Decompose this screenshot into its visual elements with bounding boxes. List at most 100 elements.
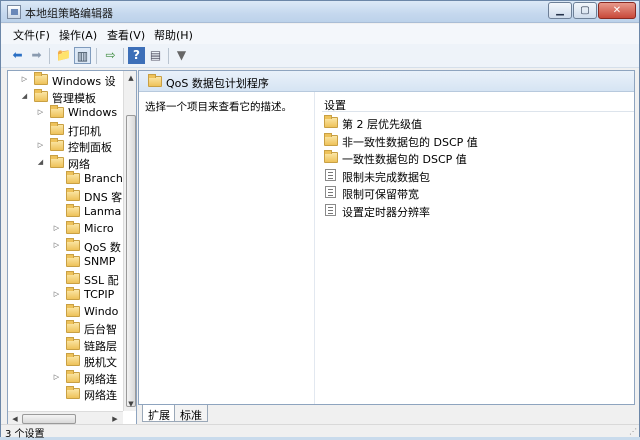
expand-arrow-icon[interactable]: ▷ [20, 75, 29, 84]
tree-pane[interactable]: ▷ Windows 设 ◢ 管理模板 ▷ Windows 打印机 ▷ 控制面板 ◢ 网络 Branch… [7, 70, 137, 425]
policy-setting-icon [325, 168, 336, 181]
folder-icon [66, 270, 80, 284]
folder-icon [66, 171, 80, 185]
help-icon[interactable]: ? [128, 47, 145, 64]
collapse-arrow-icon[interactable]: ◢ [36, 158, 45, 167]
folder-icon [66, 386, 80, 400]
tree-horizontal-scroll-thumb[interactable] [22, 414, 76, 424]
menu-action[interactable]: 操作(A) [59, 27, 97, 43]
tree-item-label: 链路层 [84, 339, 117, 353]
close-button[interactable]: ✕ [598, 2, 636, 19]
expand-arrow-icon[interactable]: ▷ [52, 241, 61, 250]
tree-item-label: Micro [84, 221, 114, 235]
folder-icon [66, 320, 80, 334]
menu-file[interactable]: 文件(F) [13, 27, 50, 43]
expand-arrow-icon[interactable]: ▷ [52, 290, 61, 299]
minimize-button[interactable]: ▁ [548, 2, 572, 19]
tree-item-label: 控制面板 [68, 141, 112, 155]
tab-extended[interactable]: 扩展 [142, 405, 176, 422]
folder-icon [50, 154, 64, 168]
toolbar-separator [123, 48, 124, 64]
export-list-icon[interactable]: ⇨ [102, 47, 119, 64]
tree-item-label: 打印机 [68, 124, 101, 138]
main-window: 本地组策略编辑器 ▁ ▢ ✕ 文件(F) 操作(A) 查看(V) 帮助(H) ⬅… [0, 0, 640, 440]
toolbar: ⬅ ➡ 📁 ▥ ⇨ ? ▤ ▼ [1, 44, 639, 68]
tree-item-label: 网络连 [84, 372, 117, 386]
tree-item-label: Windows [68, 106, 118, 120]
folder-icon [66, 336, 80, 350]
tree-item-label: 网络连 [84, 389, 117, 403]
collapse-arrow-icon[interactable]: ◢ [20, 92, 29, 101]
folder-icon [34, 72, 48, 85]
expand-arrow-icon[interactable]: ▷ [36, 141, 45, 150]
tree-item-label: Branch [84, 172, 123, 186]
tab-standard[interactable]: 标准 [174, 405, 208, 422]
gpedit-app-icon [7, 5, 21, 19]
properties-icon[interactable]: ▤ [147, 47, 164, 64]
maximize-button[interactable]: ▢ [573, 2, 597, 19]
description-text: 选择一个项目来查看它的描述。 [145, 101, 292, 113]
tree-vertical-scroll-thumb[interactable] [126, 115, 136, 407]
toolbar-separator [168, 48, 169, 64]
setting-label: 设置定时器分辨率 [342, 205, 430, 219]
tree-item-label: Windo [84, 304, 119, 318]
up-folder-icon[interactable]: 📁 [55, 47, 72, 64]
expand-arrow-icon[interactable]: ▷ [36, 108, 45, 117]
folder-icon [66, 254, 80, 268]
tree-horizontal-scrollbar[interactable]: ◀ ▶ [8, 411, 123, 424]
folder-icon [66, 220, 80, 234]
view-tabs: 扩展 标准 [138, 405, 635, 423]
expand-arrow-icon[interactable]: ▷ [52, 373, 61, 382]
tree-item-label: 后台智 [84, 323, 117, 337]
toolbar-separator [49, 48, 50, 64]
folder-icon [324, 132, 338, 146]
folder-icon [324, 115, 338, 128]
setting-label: 一致性数据包的 DSCP 值 [342, 153, 467, 166]
setting-label: 限制未完成数据包 [342, 170, 430, 184]
details-header: QoS 数据包计划程序 [139, 71, 634, 92]
menu-bar: 文件(F) 操作(A) 查看(V) 帮助(H) [1, 24, 639, 44]
tree-item-label: DNS 客 [84, 190, 123, 204]
show-hide-tree-icon[interactable]: ▥ [74, 47, 91, 64]
menu-help[interactable]: 帮助(H) [154, 27, 193, 43]
folder-icon [34, 88, 48, 102]
expand-arrow-icon[interactable]: ▷ [52, 224, 61, 233]
column-divider [314, 92, 315, 404]
folder-icon [50, 121, 64, 135]
settings-column-header[interactable]: 设置 [322, 95, 634, 112]
details-title: QoS 数据包计划程序 [166, 77, 269, 90]
status-bar: 3 个设置 ⋰ [1, 424, 639, 440]
folder-icon [66, 369, 80, 383]
forward-arrow-icon[interactable]: ➡ [28, 47, 45, 64]
window-title: 本地组策略编辑器 [25, 7, 113, 20]
folder-icon [50, 138, 64, 152]
folder-icon [66, 204, 80, 218]
tree-item-label: SSL 配 [84, 273, 119, 287]
tree-item-label: 网络 [68, 157, 90, 171]
setting-label: 第 2 层优先级值 [342, 118, 422, 131]
folder-icon [148, 74, 162, 87]
setting-label: 非一致性数据包的 DSCP 值 [342, 135, 478, 149]
folder-icon [66, 353, 80, 367]
resize-grip-icon[interactable]: ⋰ [629, 427, 637, 436]
scroll-up-arrow[interactable]: ▲ [125, 71, 136, 85]
policy-setting-icon [325, 186, 336, 198]
tree-item-label: SNMP [84, 255, 116, 269]
tree-item-label: TCPIP [84, 288, 115, 302]
policy-setting-icon [325, 203, 336, 216]
scroll-down-arrow[interactable]: ▼ [125, 397, 136, 411]
folder-icon [66, 187, 80, 201]
folder-icon [50, 105, 64, 119]
back-arrow-icon[interactable]: ⬅ [9, 47, 26, 64]
tree-item-label: Lanma [84, 205, 122, 219]
title-bar[interactable]: 本地组策略编辑器 ▁ ▢ ✕ [1, 1, 639, 23]
menu-view[interactable]: 查看(V) [107, 27, 145, 43]
status-text: 3 个设置 [5, 429, 45, 440]
folder-icon [66, 237, 80, 251]
tree-item-label: Windows 设 [52, 75, 116, 88]
filter-icon[interactable]: ▼ [173, 47, 190, 64]
tree-item-label: 脱机文 [84, 356, 117, 370]
tree-vertical-scrollbar[interactable]: ▲ ▼ [123, 71, 136, 411]
folder-icon [66, 287, 80, 301]
toolbar-separator [96, 48, 97, 64]
